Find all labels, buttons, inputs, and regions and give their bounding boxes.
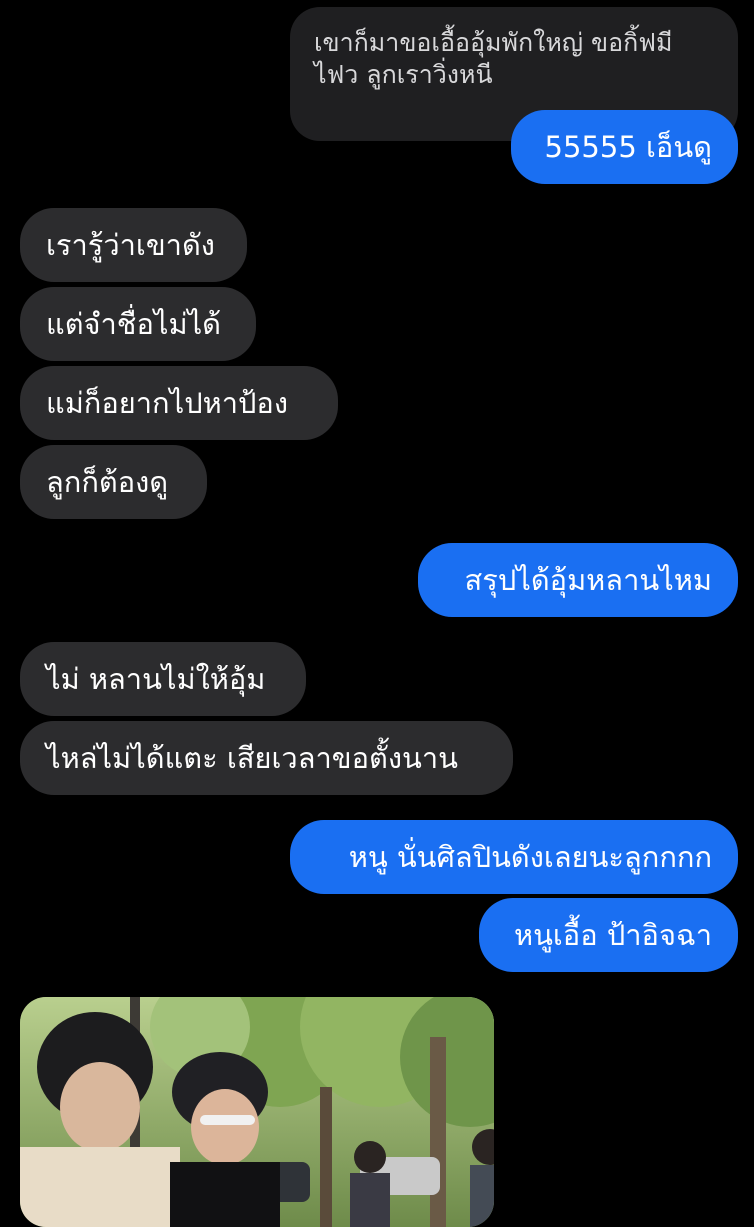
photo-attachment[interactable] <box>20 997 494 1227</box>
message-incoming[interactable]: ไม่ หลานไม่ให้อุ้ม <box>20 642 306 716</box>
message-text: สรุปได้อุ้มหลานไหม <box>464 563 712 597</box>
message-outgoing[interactable]: หนูเอื้อ ป้าอิจฉา <box>479 898 738 972</box>
message-incoming[interactable]: แม่ก็อยากไปหาป้อง <box>20 366 338 440</box>
message-text: ไหล่ไม่ได้แตะ เสียเวลาขอตั้งนาน <box>46 741 458 775</box>
photo-image <box>20 997 494 1227</box>
message-text: แม่ก็อยากไปหาป้อง <box>46 386 288 420</box>
message-incoming[interactable]: ลูกก็ต้องดู <box>20 445 207 519</box>
message-outgoing[interactable]: สรุปได้อุ้มหลานไหม <box>418 543 738 617</box>
message-outgoing[interactable]: หนู นั่นศิลปินดังเลยนะลูกกกก <box>290 820 738 894</box>
message-text: หนูเอื้อ ป้าอิจฉา <box>513 918 712 952</box>
message-text: แต่จำชื่อไม่ได้ <box>46 307 222 341</box>
message-text: เรารู้ว่าเขาดัง <box>46 228 215 262</box>
message-text: ไม่ หลานไม่ให้อุ้ม <box>46 662 266 696</box>
quoted-message-text: เขาก็มาขอเอื้ออุ้มพักใหญ่ ขอกิ้ฟมีไฟว ลู… <box>314 28 673 89</box>
message-incoming[interactable]: ไหล่ไม่ได้แตะ เสียเวลาขอตั้งนาน <box>20 721 513 795</box>
message-outgoing[interactable]: 55555 เอ็นดู <box>511 110 738 184</box>
message-incoming[interactable]: แต่จำชื่อไม่ได้ <box>20 287 256 361</box>
message-text: 55555 เอ็นดู <box>544 130 712 164</box>
message-text: ลูกก็ต้องดู <box>46 465 169 499</box>
message-text: หนู นั่นศิลปินดังเลยนะลูกกกก <box>348 840 712 874</box>
message-incoming[interactable]: เรารู้ว่าเขาดัง <box>20 208 247 282</box>
